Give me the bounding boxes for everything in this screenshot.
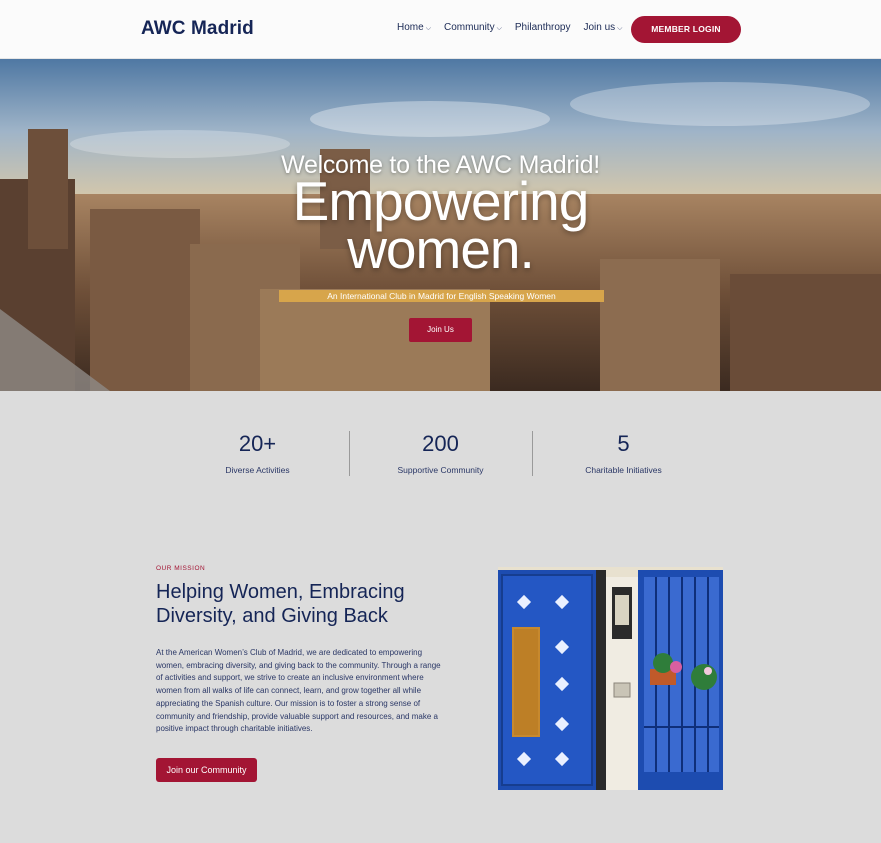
chevron-down-icon: ⌵	[425, 24, 431, 32]
stat-value: 20+	[238, 431, 277, 456]
nav-item-philanthropy[interactable]: Philanthropy	[515, 22, 571, 33]
stat-label: Supportive Community	[397, 465, 484, 475]
site-header: AWC Madrid Home ⌵ Community ⌵ Philanthro…	[0, 0, 881, 59]
stat-initiatives: 5 Charitable Initiatives	[532, 431, 715, 475]
chevron-down-icon: ⌵	[496, 24, 502, 32]
member-login-button[interactable]: MEMBER LOGIN	[631, 16, 741, 43]
chevron-down-icon: ⌵	[617, 24, 623, 32]
nav-item-label: Join us	[583, 22, 616, 33]
join-community-button[interactable]: Join our Community	[156, 758, 257, 782]
nav-item-label: Philanthropy	[514, 22, 571, 33]
mission-body: At the American Women’s Club of Madrid, …	[156, 648, 441, 734]
mission-title: Helping Women, Embracing Diversity, and …	[156, 581, 405, 627]
stat-community: 200 Supportive Community	[349, 431, 532, 475]
stat-activities: 20+ Diverse Activities	[166, 431, 349, 475]
main-nav: Home ⌵ Community ⌵ Philanthropy Join us …	[397, 22, 622, 33]
hero-subtitle: An International Club in Madrid for Engl…	[279, 290, 604, 302]
blue-door-illustration	[498, 567, 723, 790]
nav-item-label: Home	[397, 22, 424, 33]
nav-item-home[interactable]: Home ⌵	[397, 22, 431, 33]
join-us-button[interactable]: Join Us	[409, 318, 472, 342]
stats-section: 20+ Diverse Activities 200 Supportive Co…	[0, 391, 881, 531]
hero-section: Welcome to the AWC Madrid! Empowering wo…	[0, 59, 881, 391]
nav-item-label: Community	[444, 22, 495, 33]
nav-item-join-us[interactable]: Join us ⌵	[583, 22, 622, 33]
stat-label: Diverse Activities	[225, 465, 290, 475]
nav-item-community[interactable]: Community ⌵	[444, 22, 502, 33]
stat-value: 5	[617, 431, 630, 456]
stat-value: 200	[422, 431, 459, 456]
blue-door-image	[498, 567, 723, 790]
mission-kicker: OUR MISSION	[156, 565, 206, 572]
stat-label: Charitable Initiatives	[585, 465, 662, 475]
hero-title-line: women.	[347, 218, 535, 280]
hero-title: Empowering women.	[0, 174, 881, 280]
site-logo[interactable]: AWC Madrid	[141, 18, 254, 40]
